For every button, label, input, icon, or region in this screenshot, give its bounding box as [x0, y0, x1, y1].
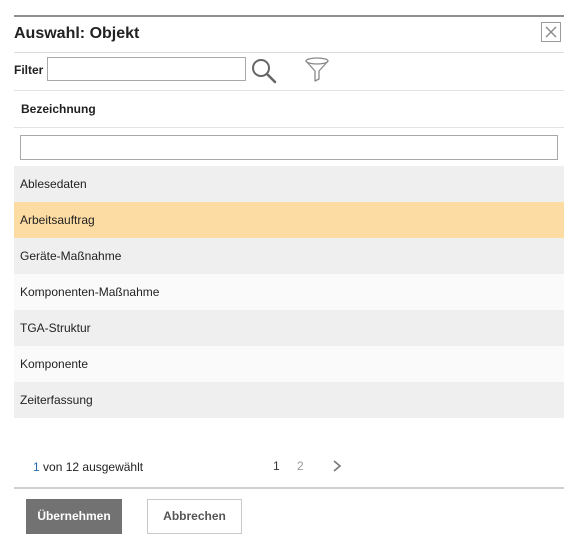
selection-status: 1 von 12 ausgewählt — [33, 460, 143, 474]
cancel-button[interactable]: Abbrechen — [147, 499, 242, 534]
column-filter-input[interactable] — [20, 135, 558, 160]
filter-label: Filter — [14, 63, 44, 77]
filter-button[interactable] — [303, 56, 333, 84]
list-item[interactable]: TGA-Struktur — [14, 310, 564, 346]
filter-input[interactable] — [47, 57, 246, 81]
dialog-top-border — [14, 15, 564, 17]
divider — [14, 90, 564, 91]
list-item-selected[interactable]: Arbeitsauftrag — [14, 202, 564, 238]
close-button[interactable] — [541, 22, 561, 42]
close-icon — [545, 26, 557, 38]
list-item[interactable]: Zeiterfassung — [14, 382, 564, 418]
selected-count: 1 — [33, 460, 40, 474]
chevron-right-icon — [333, 460, 342, 472]
footer-divider — [14, 487, 564, 489]
search-button[interactable] — [250, 56, 278, 84]
list-item[interactable]: Komponente — [14, 346, 564, 382]
page-link-1[interactable]: 1 — [273, 459, 280, 473]
search-icon — [252, 59, 277, 84]
column-header-bezeichnung[interactable]: Bezeichnung — [21, 102, 96, 116]
apply-button[interactable]: Übernehmen — [26, 499, 122, 534]
funnel-icon — [305, 57, 329, 82]
result-list: Ablesedaten Arbeitsauftrag Geräte-Maßnah… — [14, 166, 564, 418]
divider — [14, 127, 564, 128]
divider — [14, 52, 564, 53]
next-page-button[interactable] — [330, 459, 344, 473]
list-item[interactable]: Geräte-Maßnahme — [14, 238, 564, 274]
selection-status-text: von 12 ausgewählt — [43, 460, 144, 474]
list-item[interactable]: Komponenten-Maßnahme — [14, 274, 564, 310]
dialog-title: Auswahl: Objekt — [14, 25, 140, 42]
page-link-2[interactable]: 2 — [297, 459, 304, 473]
list-item[interactable]: Ablesedaten — [14, 166, 564, 202]
